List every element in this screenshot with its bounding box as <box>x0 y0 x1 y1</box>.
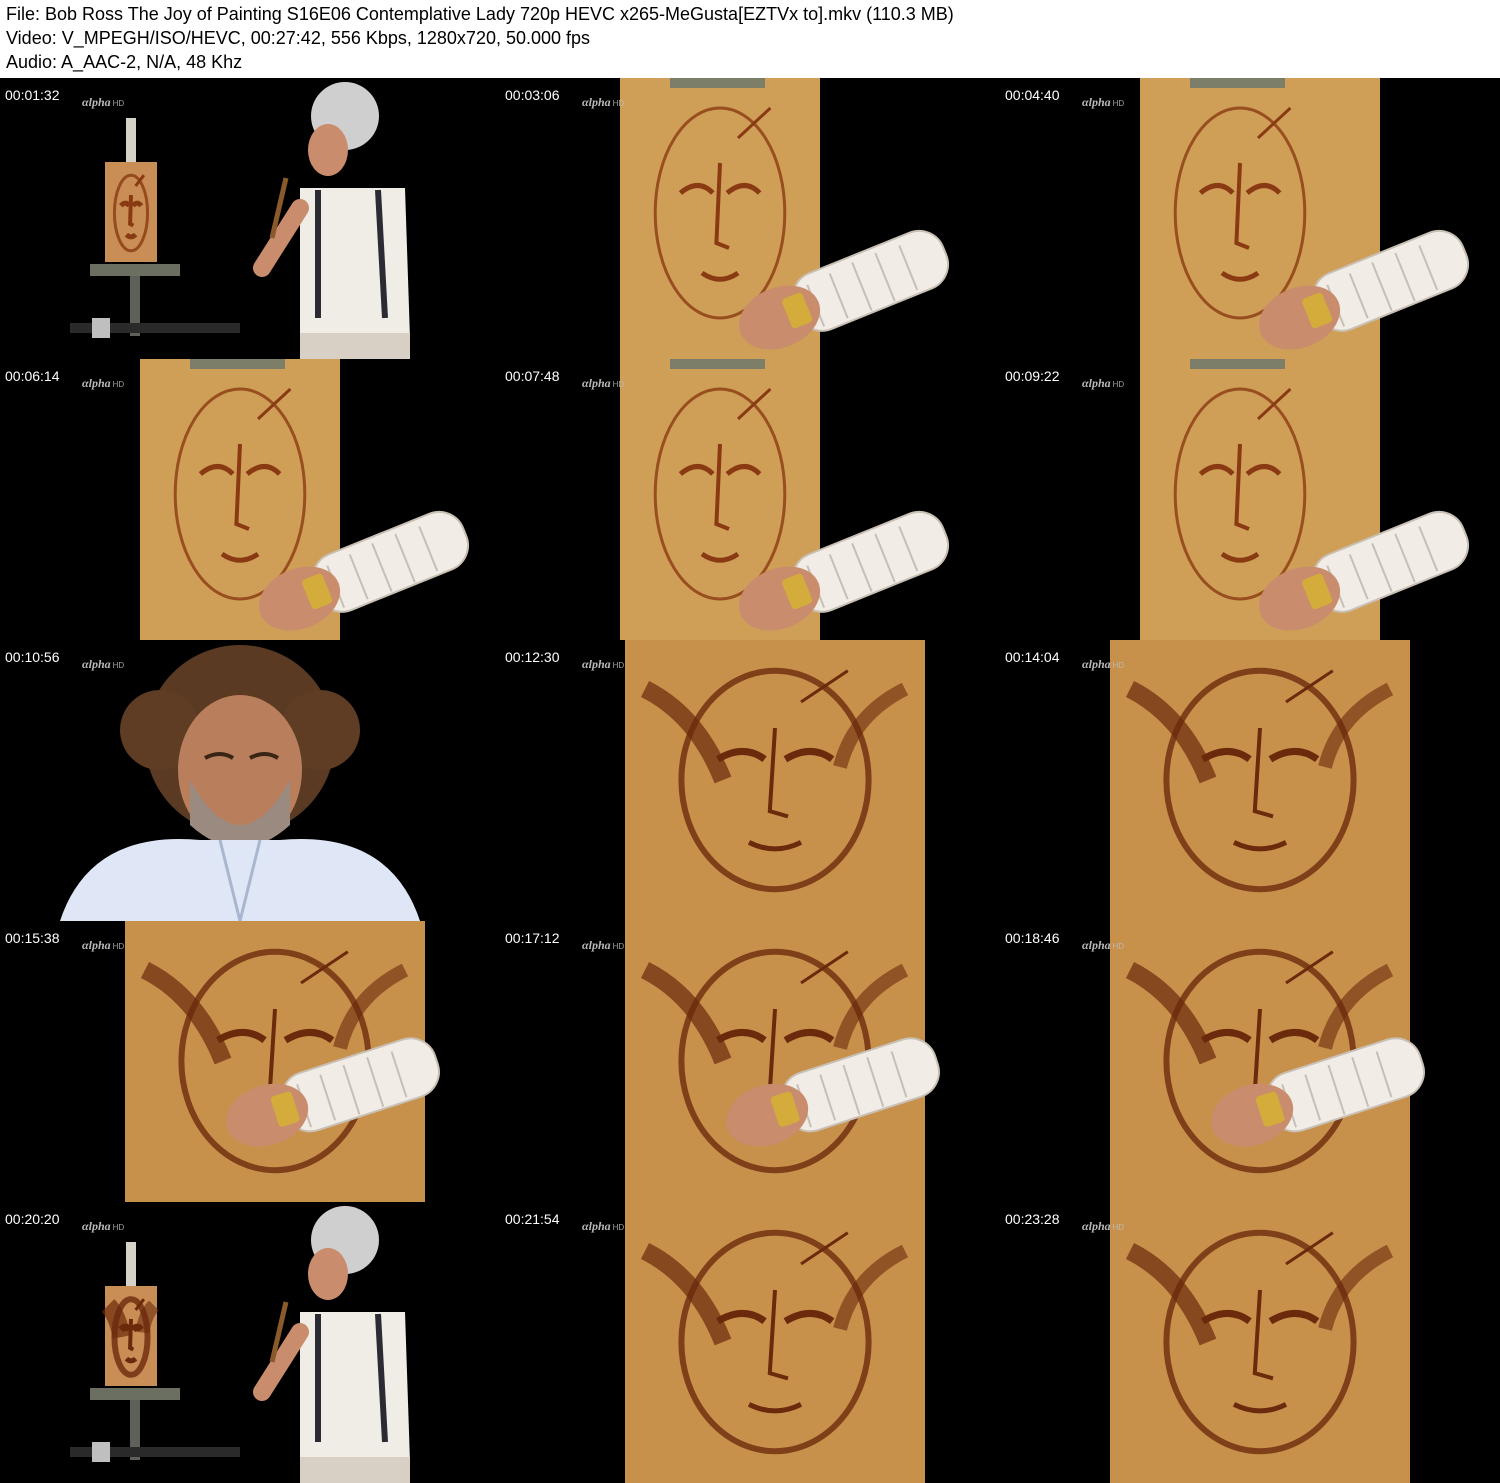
frame-thumbnail: 00:07:48 αlpha HD <box>500 359 1000 640</box>
frame-thumbnail: 00:14:04 αlpha HD <box>1000 640 1500 921</box>
channel-logo-watermark: αlpha HD <box>82 376 124 392</box>
channel-logo-watermark: αlpha HD <box>582 1219 624 1235</box>
frame-thumbnail: 00:23:28 αlpha HD <box>1000 1202 1500 1483</box>
channel-logo-hd: HD <box>1112 380 1125 389</box>
frame-thumbnail: 00:17:12 αlpha HD <box>500 921 1000 1202</box>
frame-thumbnail: 00:15:38 αlpha HD <box>0 921 500 1202</box>
channel-logo-hd: HD <box>112 1223 125 1232</box>
frame-timestamp: 00:07:48 <box>505 368 560 384</box>
channel-logo-brand: αlpha <box>1082 938 1111 952</box>
channel-logo-brand: αlpha <box>82 657 111 671</box>
channel-logo-brand: αlpha <box>1082 95 1111 109</box>
channel-logo-brand: αlpha <box>1082 1219 1111 1233</box>
channel-logo-brand: αlpha <box>582 1219 611 1233</box>
frame-timestamp: 00:04:40 <box>1005 87 1060 103</box>
channel-logo-brand: αlpha <box>82 95 111 109</box>
channel-logo-hd: HD <box>612 380 625 389</box>
frame-image <box>1140 359 1469 640</box>
channel-logo-brand: αlpha <box>582 657 611 671</box>
frame-timestamp: 00:12:30 <box>505 649 560 665</box>
frame-thumbnail: 00:20:20 αlpha HD <box>0 1202 500 1483</box>
frame-timestamp: 00:01:32 <box>5 87 60 103</box>
channel-logo-brand: αlpha <box>1082 657 1111 671</box>
frame-image <box>1110 640 1410 921</box>
frame-timestamp: 00:15:38 <box>5 930 60 946</box>
channel-logo-brand: αlpha <box>82 376 111 390</box>
frame-timestamp: 00:20:20 <box>5 1211 60 1227</box>
media-info-header: File: Bob Ross The Joy of Painting S16E0… <box>0 0 1500 78</box>
channel-logo-watermark: αlpha HD <box>1082 95 1124 111</box>
frame-image <box>70 1206 410 1483</box>
file-info-line: File: Bob Ross The Joy of Painting S16E0… <box>6 4 954 24</box>
frame-image <box>625 1202 925 1483</box>
frame-image <box>620 78 949 359</box>
channel-logo-hd: HD <box>1112 661 1125 670</box>
channel-logo-brand: αlpha <box>82 1219 111 1233</box>
channel-logo-brand: αlpha <box>582 95 611 109</box>
frame-timestamp: 00:10:56 <box>5 649 60 665</box>
channel-logo-watermark: αlpha HD <box>582 657 624 673</box>
channel-logo-watermark: αlpha HD <box>1082 657 1124 673</box>
channel-logo-watermark: αlpha HD <box>82 657 124 673</box>
channel-logo-hd: HD <box>612 661 625 670</box>
frame-thumbnail: 00:09:22 αlpha HD <box>1000 359 1500 640</box>
channel-logo-brand: αlpha <box>582 376 611 390</box>
frame-thumbnail: 00:01:32 αlpha HD <box>0 78 500 359</box>
channel-logo-watermark: αlpha HD <box>82 1219 124 1235</box>
channel-logo-hd: HD <box>112 661 125 670</box>
channel-logo-hd: HD <box>612 942 625 951</box>
channel-logo-watermark: αlpha HD <box>582 376 624 392</box>
frame-thumbnail: 00:12:30 αlpha HD <box>500 640 1000 921</box>
channel-logo-watermark: αlpha HD <box>1082 1219 1124 1235</box>
channel-logo-watermark: αlpha HD <box>582 95 624 111</box>
frame-image <box>625 640 925 921</box>
channel-logo-hd: HD <box>1112 99 1125 108</box>
frame-image <box>1140 78 1469 359</box>
frame-image <box>1110 921 1425 1202</box>
channel-logo-brand: αlpha <box>82 938 111 952</box>
frame-image <box>625 921 940 1202</box>
frame-timestamp: 00:09:22 <box>1005 368 1060 384</box>
channel-logo-brand: αlpha <box>1082 376 1111 390</box>
channel-logo-watermark: αlpha HD <box>82 938 124 954</box>
channel-logo-hd: HD <box>112 380 125 389</box>
frame-image <box>1110 1202 1410 1483</box>
channel-logo-hd: HD <box>612 1223 625 1232</box>
frame-image <box>620 359 949 640</box>
frame-timestamp: 00:18:46 <box>1005 930 1060 946</box>
frame-image <box>70 82 410 359</box>
channel-logo-watermark: αlpha HD <box>1082 938 1124 954</box>
channel-logo-hd: HD <box>1112 942 1125 951</box>
channel-logo-hd: HD <box>112 99 125 108</box>
frame-timestamp: 00:14:04 <box>1005 649 1060 665</box>
frame-image <box>60 645 420 921</box>
channel-logo-watermark: αlpha HD <box>582 938 624 954</box>
frame-image <box>140 359 469 640</box>
channel-logo-watermark: αlpha HD <box>1082 376 1124 392</box>
frame-thumbnail: 00:04:40 αlpha HD <box>1000 78 1500 359</box>
thumbnail-grid: 00:01:32 αlpha HD 00:03:06 αlpha HD 00:0… <box>0 78 1500 1483</box>
video-info-line: Video: V_MPEGH/ISO/HEVC, 00:27:42, 556 K… <box>6 28 591 48</box>
frame-image <box>125 921 440 1202</box>
frame-timestamp: 00:21:54 <box>505 1211 560 1227</box>
frame-thumbnail: 00:03:06 αlpha HD <box>500 78 1000 359</box>
frame-thumbnail: 00:18:46 αlpha HD <box>1000 921 1500 1202</box>
channel-logo-hd: HD <box>1112 1223 1125 1232</box>
frame-thumbnail: 00:21:54 αlpha HD <box>500 1202 1000 1483</box>
frame-timestamp: 00:06:14 <box>5 368 60 384</box>
frame-timestamp: 00:03:06 <box>505 87 560 103</box>
frame-timestamp: 00:23:28 <box>1005 1211 1060 1227</box>
frame-thumbnail: 00:06:14 αlpha HD <box>0 359 500 640</box>
frame-timestamp: 00:17:12 <box>505 930 560 946</box>
audio-info-line: Audio: A_AAC-2, N/A, 48 Khz <box>6 52 243 72</box>
channel-logo-brand: αlpha <box>582 938 611 952</box>
channel-logo-watermark: αlpha HD <box>82 95 124 111</box>
channel-logo-hd: HD <box>612 99 625 108</box>
frame-thumbnail: 00:10:56 αlpha HD <box>0 640 500 921</box>
channel-logo-hd: HD <box>112 942 125 951</box>
